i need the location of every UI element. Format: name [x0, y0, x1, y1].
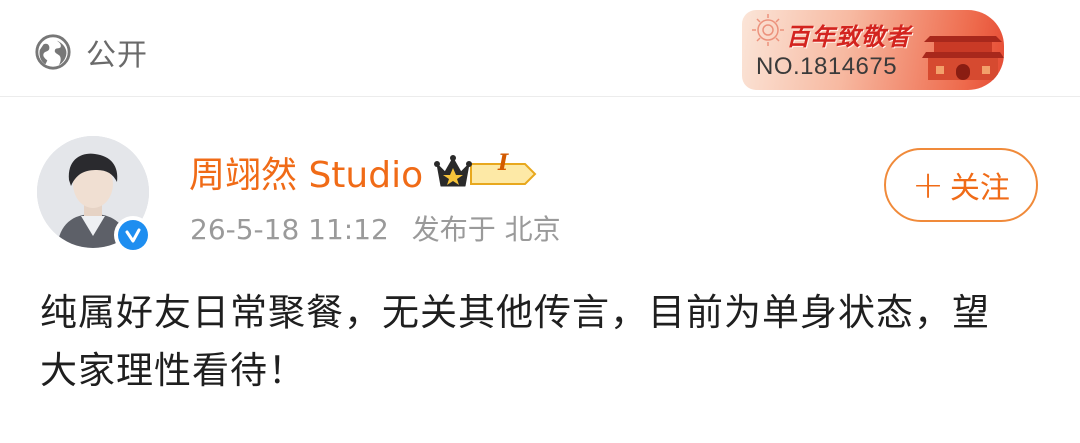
anniversary-badge[interactable]: 百年致敬者 NO.1814675	[742, 10, 1004, 90]
post-text: 纯属好友日常聚餐，无关其他传言，目前为单身状态，望大家理性看待！	[40, 291, 990, 392]
badge-number: NO.1814675	[756, 53, 898, 80]
follow-button[interactable]: + 关注	[884, 148, 1038, 222]
visibility-label: 公开	[86, 38, 148, 73]
author-name[interactable]: 周翊然 Studio	[189, 146, 423, 198]
plus-icon: +	[912, 163, 944, 207]
top-bar: 公开 百年致敬者 NO.1814675	[0, 0, 1080, 97]
follow-label: 关注	[949, 171, 1010, 206]
globe-icon	[35, 34, 71, 70]
post-source: 发布于 北京	[411, 213, 561, 246]
author-row: 周翊然 Studio I	[189, 146, 537, 198]
gate-tower-icon	[922, 36, 1004, 80]
badge-title: 百年致敬者	[786, 22, 911, 51]
member-level: I	[498, 150, 509, 176]
crown-level-icon[interactable]	[433, 152, 537, 192]
verified-badge	[114, 216, 152, 254]
visibility-indicator[interactable]: 公开	[34, 30, 148, 74]
verified-icon	[125, 228, 141, 243]
post-meta: 26-5-18 11:12 发布于 北京	[190, 208, 575, 248]
post-time: 26-5-18 11:12	[190, 213, 389, 246]
